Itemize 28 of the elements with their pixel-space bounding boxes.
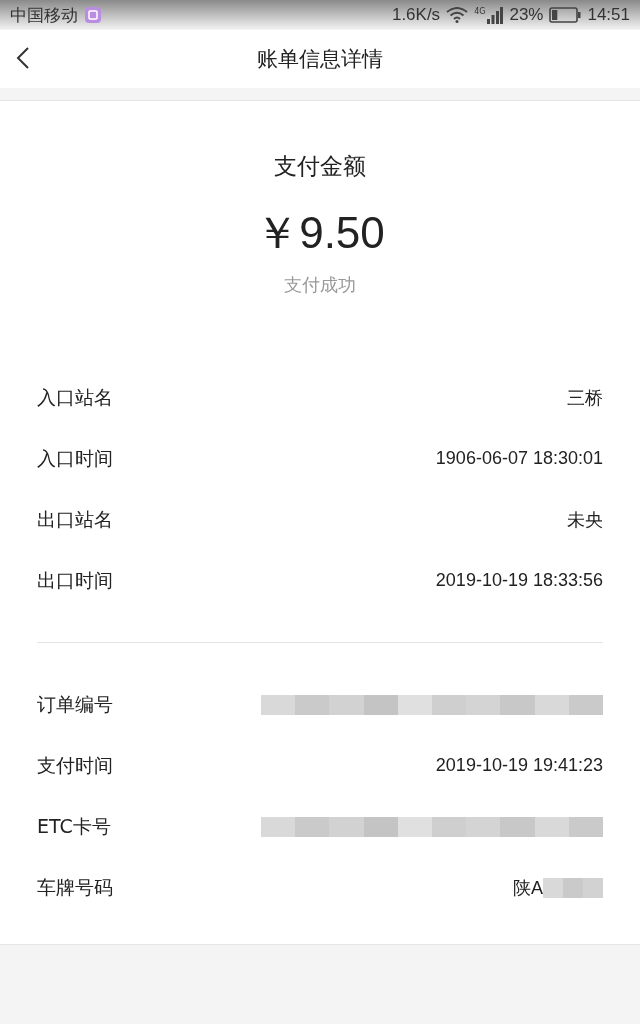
field-label: 订单编号 <box>37 691 113 717</box>
payment-label: 支付金额 <box>274 152 366 181</box>
field-label: 入口站名 <box>37 384 113 410</box>
page-title: 账单信息详情 <box>257 46 383 73</box>
signal-icon <box>487 6 504 24</box>
field-label: 出口时间 <box>37 567 113 593</box>
field-label: 支付时间 <box>37 752 113 778</box>
network-type: 4G <box>474 7 486 16</box>
field-label: ETC卡号 <box>37 813 111 839</box>
field-label: 入口时间 <box>37 445 113 471</box>
clock: 14:51 <box>587 5 630 25</box>
field-value: 1906-06-07 18:30:01 <box>435 448 603 469</box>
field-value: 2019-10-19 18:33:56 <box>435 570 603 591</box>
app-notification-icon <box>84 6 102 24</box>
field-value: 三桥 <box>567 386 603 410</box>
redaction-mosaic <box>543 877 603 898</box>
carrier-name: 中国移动 <box>10 4 78 27</box>
field-value: 未央 <box>567 508 603 532</box>
field-value: 陕A <box>513 876 543 900</box>
field-value: 2019-10-19 19:41:23 <box>435 755 603 776</box>
network-speed: 1.6K/s <box>391 5 441 25</box>
wifi-icon <box>446 7 469 23</box>
payment-amount: ￥9.50 <box>255 207 385 259</box>
battery-icon <box>549 7 582 23</box>
payment-status: 支付成功 <box>284 273 356 297</box>
field-label: 出口站名 <box>37 506 113 532</box>
field-label: 车牌号码 <box>37 874 113 900</box>
battery-percent: 23% <box>509 5 544 25</box>
